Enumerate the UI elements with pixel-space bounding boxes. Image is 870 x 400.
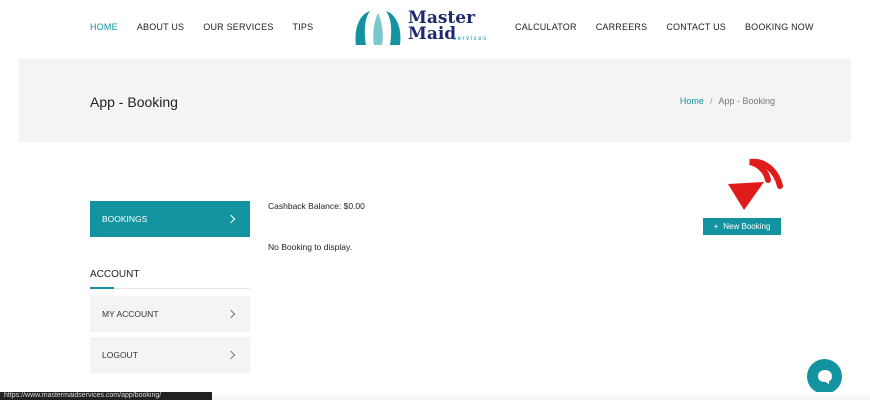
sidebar-item-label: MY ACCOUNT xyxy=(102,309,159,319)
account-heading: ACCOUNT xyxy=(90,269,140,280)
page-title-band: App - Booking Home / App - Booking xyxy=(19,59,851,142)
heading-accent-bar xyxy=(90,287,114,289)
breadcrumb-current: App - Booking xyxy=(718,96,775,106)
new-booking-button[interactable]: + New Booking xyxy=(703,218,781,235)
nav-calculator[interactable]: CALCULATOR xyxy=(515,22,577,32)
chat-bubble-icon xyxy=(817,369,832,384)
nav-home[interactable]: HOME xyxy=(90,22,118,32)
chevron-right-icon xyxy=(226,350,236,360)
main-nav-left: HOME ABOUT US OUR SERVICES TIPS xyxy=(90,22,332,32)
site-logo[interactable]: Master Maid services xyxy=(352,9,512,49)
chevron-right-icon xyxy=(226,309,236,319)
red-arrow-icon xyxy=(728,158,783,210)
chat-widget-button[interactable] xyxy=(807,359,842,394)
nav-tips[interactable]: TIPS xyxy=(293,22,314,32)
sidebar-item-my-account[interactable]: MY ACCOUNT xyxy=(90,296,250,332)
breadcrumb-separator: / xyxy=(709,96,713,106)
status-bar-url: https://www.mastermaidservices.com/app/b… xyxy=(0,392,212,400)
breadcrumb-home-link[interactable]: Home xyxy=(680,96,704,106)
sidebar-item-label: BOOKINGS xyxy=(102,214,148,224)
new-booking-label: New Booking xyxy=(723,222,771,231)
main-nav-right: CALCULATOR CARREERS CONTACT US BOOKING N… xyxy=(515,22,833,32)
plus-icon: + xyxy=(713,222,719,231)
bottom-fade xyxy=(212,392,870,400)
breadcrumb: Home / App - Booking xyxy=(680,96,775,106)
divider xyxy=(90,288,250,289)
empty-bookings-message: No Booking to display. xyxy=(268,242,352,252)
site-header: HOME ABOUT US OUR SERVICES TIPS Master M… xyxy=(0,0,870,58)
logo-mark-icon xyxy=(355,11,401,45)
page-title: App - Booking xyxy=(90,94,178,110)
cashback-balance: Cashback Balance: $0.00 xyxy=(268,201,365,211)
nav-contact-us[interactable]: CONTACT US xyxy=(666,22,726,32)
nav-booking-now[interactable]: BOOKING NOW xyxy=(745,22,814,32)
nav-our-services[interactable]: OUR SERVICES xyxy=(203,22,273,32)
sidebar-item-logout[interactable]: LOGOUT xyxy=(90,337,250,373)
chevron-right-icon xyxy=(226,214,236,224)
sidebar-item-label: LOGOUT xyxy=(102,350,138,360)
sidebar-item-bookings[interactable]: BOOKINGS xyxy=(90,201,250,237)
nav-about-us[interactable]: ABOUT US xyxy=(137,22,184,32)
nav-careers[interactable]: CARREERS xyxy=(596,22,648,32)
logo-tagline: services xyxy=(453,36,488,42)
